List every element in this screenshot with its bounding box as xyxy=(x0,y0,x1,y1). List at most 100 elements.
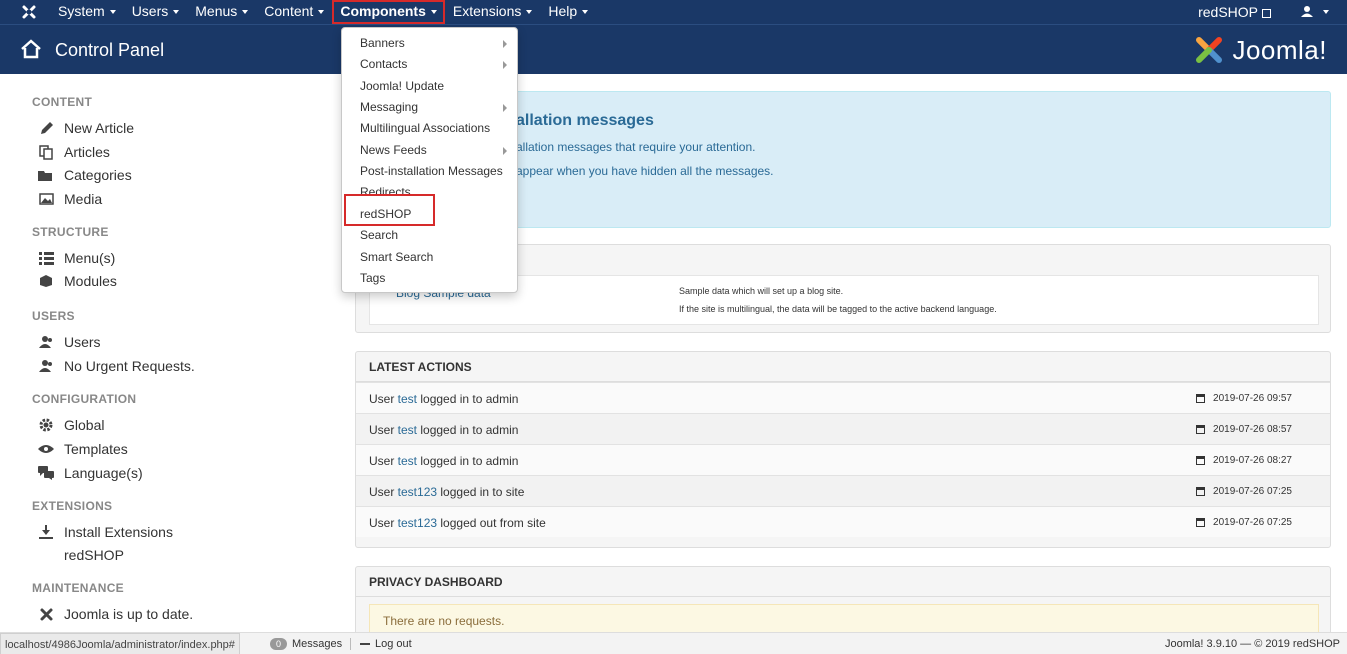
menu-item-tags[interactable]: Tags xyxy=(360,271,385,285)
caret-down-icon xyxy=(109,10,116,15)
sidebar-section-extensions: EXTENSIONS xyxy=(32,499,113,513)
action-suffix: logged in to admin xyxy=(417,454,519,468)
user-link[interactable]: test xyxy=(398,392,417,406)
top-navbar: System Users Menus Content Components Ex… xyxy=(0,0,1347,24)
sidebar-item-label: Users xyxy=(64,334,101,350)
sidebar-item-templates[interactable]: Templates xyxy=(38,441,128,457)
calendar-icon xyxy=(1196,518,1206,527)
postinstall-text: allation messages that require your atte… xyxy=(516,140,756,154)
submenu-arrow-icon xyxy=(503,61,507,69)
site-link[interactable]: redSHOP xyxy=(1198,4,1271,20)
menu-menus[interactable]: Menus xyxy=(187,0,256,24)
home-icon xyxy=(20,39,44,59)
menu-components-label: Components xyxy=(340,3,426,19)
action-date-value: 2019-07-26 08:27 xyxy=(1213,455,1292,466)
messages-count-badge: 0 xyxy=(270,638,288,650)
user-link[interactable]: test123 xyxy=(398,516,437,530)
cube-icon xyxy=(38,273,54,289)
navbar-right: redSHOP xyxy=(1198,0,1329,24)
eye-icon xyxy=(38,441,54,457)
menu-help[interactable]: Help xyxy=(540,0,596,24)
action-text: User test123 logged in to site xyxy=(369,485,524,499)
user-link[interactable]: test123 xyxy=(398,485,437,499)
logout-label: Log out xyxy=(375,638,412,650)
action-prefix: User xyxy=(369,392,398,406)
minus-icon xyxy=(360,643,370,645)
latest-actions-list: User test logged in to admin 2019-07-26 … xyxy=(356,382,1330,537)
table-row: User test123 logged out from site 2019-0… xyxy=(356,506,1330,537)
calendar-icon xyxy=(1196,487,1206,496)
user-icon xyxy=(1301,5,1313,20)
sidebar-item-users[interactable]: Users xyxy=(38,334,101,350)
joomla-logo-icon xyxy=(1196,37,1223,63)
menu-content[interactable]: Content xyxy=(256,0,332,24)
menu-extensions[interactable]: Extensions xyxy=(445,0,540,24)
menu-item-post-installation-messages[interactable]: Post-installation Messages xyxy=(360,164,503,178)
joomla-logo: Joomla! xyxy=(1192,33,1327,67)
sidebar-item-label: Menu(s) xyxy=(64,250,116,266)
menu-item-smart-search[interactable]: Smart Search xyxy=(360,250,433,264)
sidebar-item-label: Language(s) xyxy=(64,465,143,481)
submenu-arrow-icon xyxy=(503,104,507,112)
sidebar-item-label: New Article xyxy=(64,120,135,136)
menu-item-contacts[interactable]: Contacts xyxy=(360,57,407,71)
menu-item-banners[interactable]: Banners xyxy=(360,36,405,50)
menu-item-search[interactable]: Search xyxy=(360,228,398,242)
sidebar-item-languages[interactable]: Language(s) xyxy=(38,465,143,481)
sidebar-item-categories[interactable]: Categories xyxy=(38,167,132,183)
status-url: localhost/4986Joomla/administrator/index… xyxy=(0,633,240,654)
menu-item-news-feeds[interactable]: News Feeds xyxy=(360,143,427,157)
sidebar-item-global[interactable]: Global xyxy=(38,417,104,433)
action-prefix: User xyxy=(369,516,398,530)
caret-down-icon xyxy=(242,10,249,15)
menu-item-joomla-update[interactable]: Joomla! Update xyxy=(360,79,444,93)
sidebar-item-label: Media xyxy=(64,191,103,207)
sidebar-item-joomla-update[interactable]: Joomla is up to date. xyxy=(38,606,193,622)
action-text: User test logged in to admin xyxy=(369,423,518,437)
caret-down-icon xyxy=(430,10,437,15)
sidebar-item-menus[interactable]: Menu(s) xyxy=(38,250,115,266)
sidebar-item-privacy-requests[interactable]: No Urgent Requests. xyxy=(38,358,195,374)
menu-help-label: Help xyxy=(548,3,578,19)
sidebar-item-new-article[interactable]: New Article xyxy=(38,120,134,136)
sidebar-item-install-extensions[interactable]: Install Extensions xyxy=(38,524,173,540)
menu-users-label: Users xyxy=(131,3,169,19)
menu-system[interactable]: System xyxy=(50,0,124,24)
sidebar-item-redshop[interactable]: redSHOP xyxy=(64,547,124,563)
sidebar-item-label: Modules xyxy=(64,273,117,289)
action-date: 2019-07-26 07:25 xyxy=(1196,517,1292,528)
action-suffix: logged in to admin xyxy=(417,423,519,437)
sidebar-item-modules[interactable]: Modules xyxy=(38,273,117,289)
sidebar-item-media[interactable]: Media xyxy=(38,191,102,207)
divider xyxy=(350,638,351,650)
menu-users[interactable]: Users xyxy=(124,0,188,24)
footer-copyright: Joomla! 3.9.10 — © 2019 redSHOP xyxy=(1164,638,1340,650)
sidebar-item-articles[interactable]: Articles xyxy=(38,144,110,160)
menu-item-messaging[interactable]: Messaging xyxy=(360,100,418,114)
download-icon xyxy=(38,524,54,540)
action-date: 2019-07-26 07:25 xyxy=(1196,486,1292,497)
sample-data-description: Sample data which will set up a blog sit… xyxy=(679,286,844,296)
components-dropdown-menu: Banners Contacts Joomla! Update Messagin… xyxy=(341,27,518,293)
main-menu: System Users Menus Content Components Ex… xyxy=(50,0,596,24)
action-text: User test logged in to admin xyxy=(369,392,518,406)
user-link[interactable]: test xyxy=(398,423,417,437)
action-date: 2019-07-26 09:57 xyxy=(1196,393,1292,404)
menu-item-multilingual-associations[interactable]: Multilingual Associations xyxy=(360,121,490,135)
menu-components[interactable]: Components xyxy=(332,0,445,24)
joomla-wordmark: Joomla! xyxy=(1232,34,1327,65)
calendar-icon xyxy=(1196,394,1206,403)
user-link[interactable]: test xyxy=(398,454,417,468)
sidebar-section-structure: STRUCTURE xyxy=(32,225,109,239)
site-link-label: redSHOP xyxy=(1198,4,1258,20)
messages-link[interactable]: 0 Messages xyxy=(270,633,342,654)
logout-link[interactable]: Log out xyxy=(360,633,412,654)
postinstall-text: appear when you have hidden all the mess… xyxy=(516,164,774,178)
caret-down-icon xyxy=(318,10,325,15)
action-text: User test logged in to admin xyxy=(369,454,518,468)
action-date-value: 2019-07-26 07:25 xyxy=(1213,517,1292,528)
sidebar-item-label: Global xyxy=(64,417,105,433)
joomla-icon[interactable] xyxy=(20,3,38,21)
caret-down-icon xyxy=(582,10,589,15)
user-menu[interactable] xyxy=(1301,5,1329,20)
